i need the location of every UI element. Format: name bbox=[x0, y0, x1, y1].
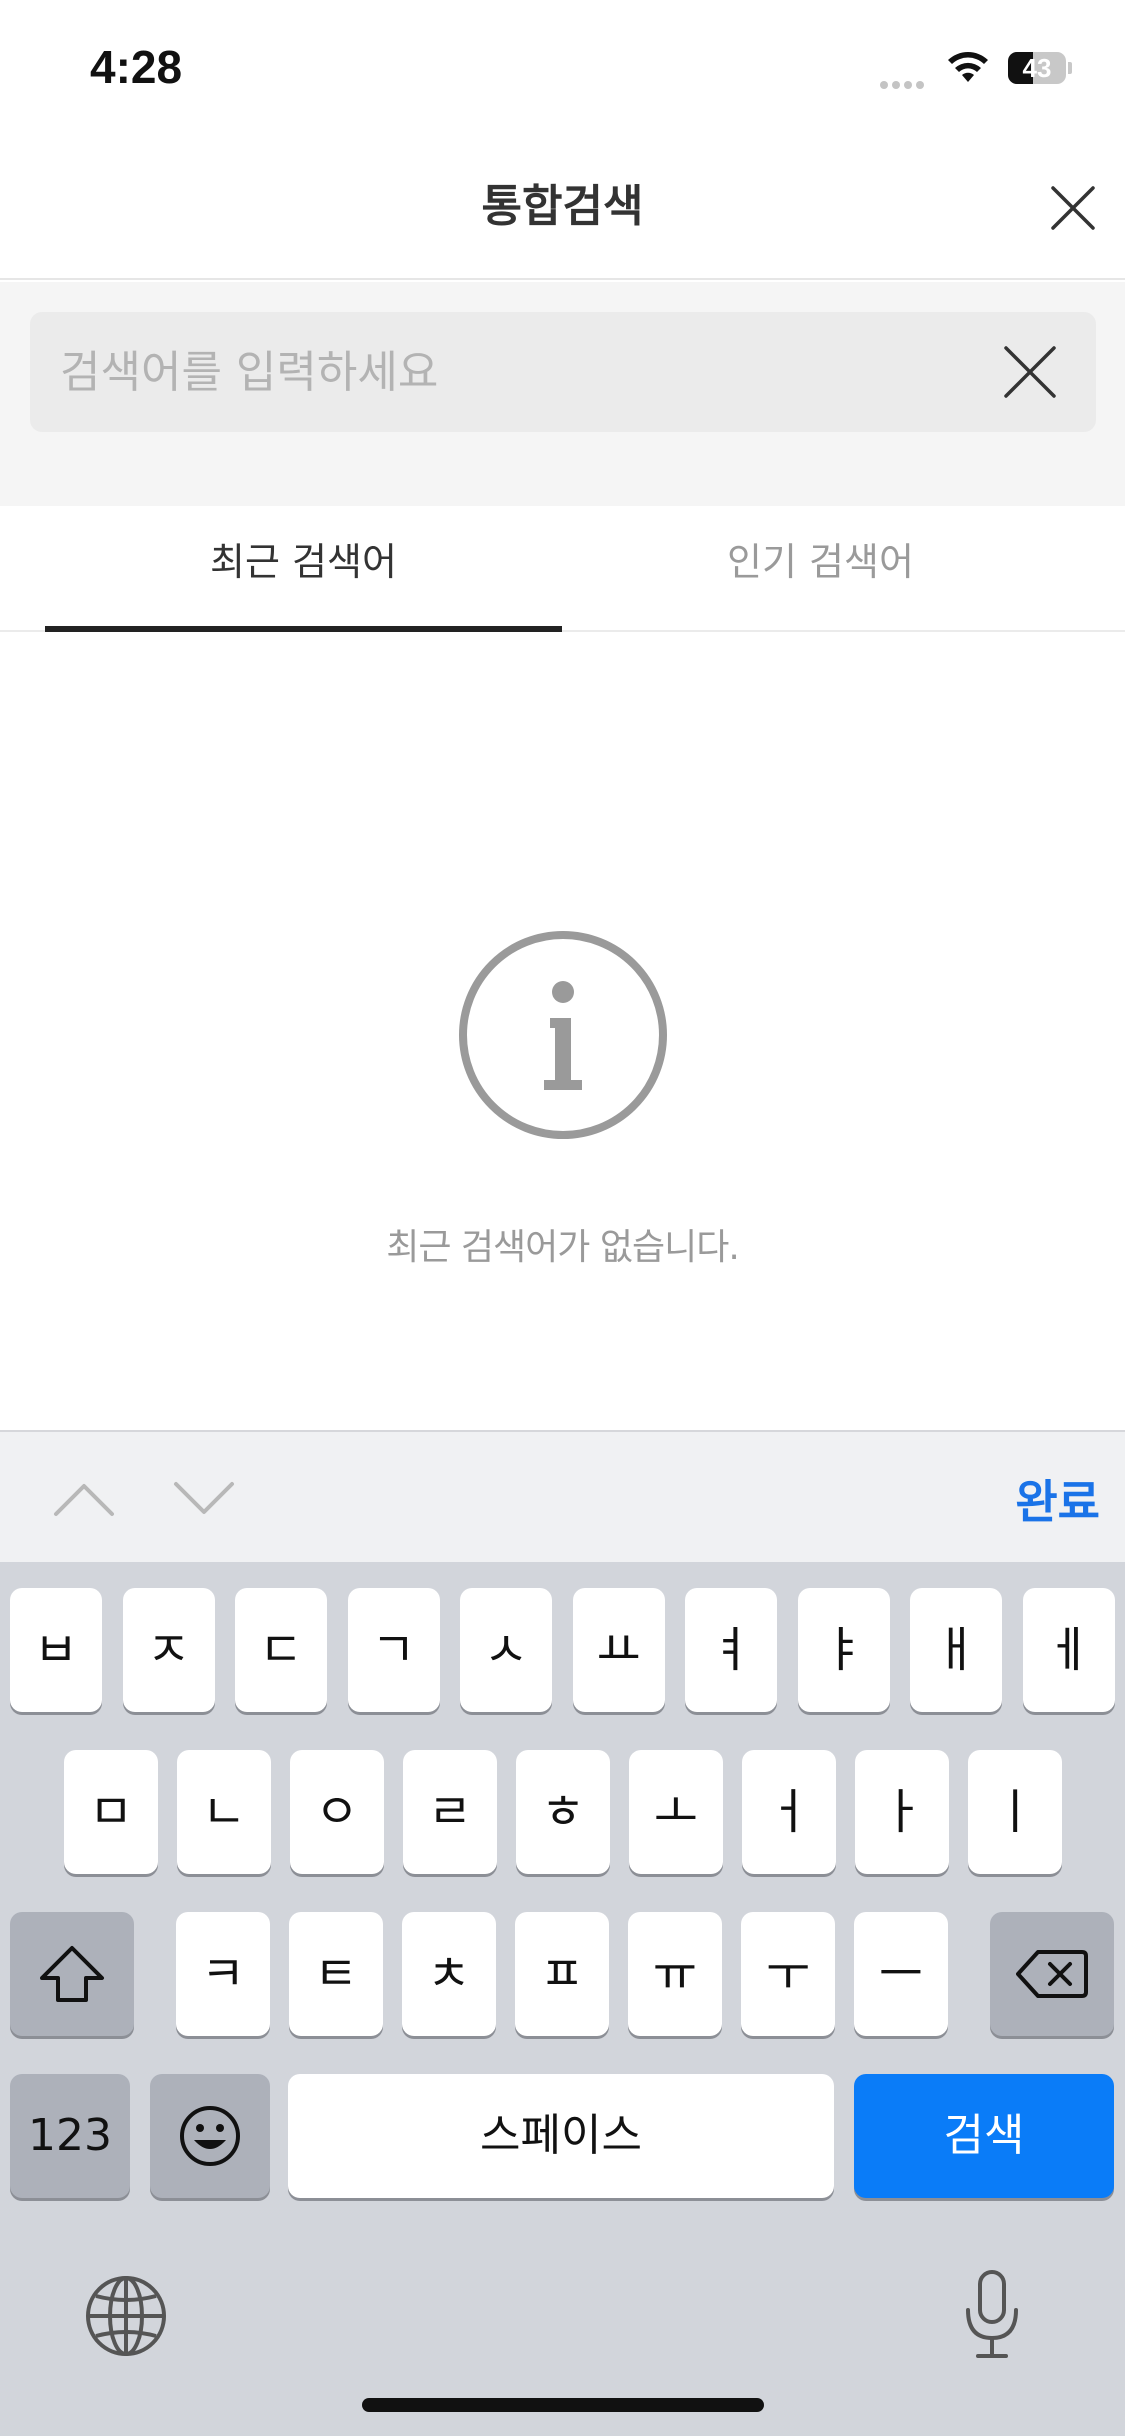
empty-state-message: 최근 검색어가 없습니다. bbox=[386, 1227, 740, 1268]
clear-icon bbox=[1004, 346, 1056, 398]
close-icon bbox=[1051, 186, 1095, 230]
key-row3-3[interactable]: ㅍ bbox=[515, 1912, 609, 2036]
key-row1-1[interactable]: ㅈ bbox=[122, 1588, 215, 1712]
wifi-icon bbox=[948, 52, 988, 82]
emoji-icon bbox=[180, 2106, 240, 2166]
key-row3-5[interactable]: ㅜ bbox=[741, 1912, 835, 2036]
key-row2-0[interactable]: ㅁ bbox=[64, 1750, 158, 1874]
header: 통합검색 bbox=[0, 130, 1125, 280]
key-row2-4[interactable]: ㅎ bbox=[516, 1750, 610, 1874]
status-bar: 4:28 43 bbox=[0, 0, 1125, 130]
tab-recent-searches[interactable]: 최근 검색어 bbox=[45, 506, 562, 632]
keyboard-accessory-bar: 완료 bbox=[0, 1430, 1125, 1562]
battery-icon: 43 bbox=[1008, 52, 1072, 84]
search-input[interactable] bbox=[60, 312, 960, 432]
battery-level: 43 bbox=[1022, 53, 1052, 83]
tab-popular-searches[interactable]: 인기 검색어 bbox=[562, 506, 1079, 632]
key-row3-4[interactable]: ㅠ bbox=[628, 1912, 722, 2036]
emoji-key[interactable] bbox=[150, 2074, 270, 2198]
done-button[interactable]: 완료 bbox=[960, 1466, 1100, 1530]
next-field-button[interactable] bbox=[172, 1476, 236, 1520]
key-row1-8[interactable]: ㅐ bbox=[910, 1588, 1002, 1712]
key-row2-8[interactable]: ㅣ bbox=[968, 1750, 1062, 1874]
tab-active-indicator bbox=[45, 626, 562, 632]
key-row1-6[interactable]: ㅕ bbox=[685, 1588, 777, 1712]
status-time: 4:28 bbox=[90, 41, 183, 93]
space-key[interactable]: 스페이스 bbox=[288, 2074, 834, 2198]
key-row1-4[interactable]: ㅅ bbox=[460, 1588, 552, 1712]
key-row1-5[interactable]: ㅛ bbox=[572, 1588, 665, 1712]
key-row3-6[interactable]: ㅡ bbox=[854, 1912, 948, 2036]
previous-field-button[interactable] bbox=[52, 1476, 116, 1520]
key-row2-7[interactable]: ㅏ bbox=[855, 1750, 949, 1874]
search-area bbox=[0, 282, 1125, 506]
page-title: 통합검색 bbox=[481, 181, 644, 232]
shift-icon bbox=[40, 1946, 104, 2002]
key-row1-3[interactable]: ㄱ bbox=[347, 1588, 440, 1712]
chevron-up-icon bbox=[54, 1484, 114, 1516]
info-icon bbox=[459, 931, 667, 1139]
backspace-icon bbox=[1016, 1950, 1088, 1998]
key-row3-0[interactable]: ㅋ bbox=[176, 1912, 270, 2036]
tab-bar: 최근 검색어 인기 검색어 bbox=[0, 506, 1125, 632]
numbers-key[interactable]: 123 bbox=[10, 2074, 130, 2198]
key-row2-5[interactable]: ㅗ bbox=[629, 1750, 723, 1874]
key-row2-3[interactable]: ㄹ bbox=[403, 1750, 497, 1874]
home-indicator bbox=[362, 2398, 764, 2412]
chevron-down-icon bbox=[174, 1482, 234, 1514]
cellular-signal-icon bbox=[880, 74, 936, 89]
key-row2-2[interactable]: ㅇ bbox=[290, 1750, 384, 1874]
key-row1-9[interactable]: ㅔ bbox=[1022, 1588, 1115, 1712]
search-key[interactable]: 검색 bbox=[854, 2074, 1114, 2198]
key-row1-0[interactable]: ㅂ bbox=[10, 1588, 102, 1712]
search-box bbox=[30, 312, 1096, 432]
microphone-icon[interactable] bbox=[962, 2268, 1022, 2362]
key-row3-1[interactable]: ㅌ bbox=[289, 1912, 383, 2036]
shift-key[interactable] bbox=[10, 1912, 134, 2036]
backspace-key[interactable] bbox=[990, 1912, 1114, 2036]
key-row2-1[interactable]: ㄴ bbox=[177, 1750, 271, 1874]
close-button[interactable] bbox=[1045, 180, 1101, 236]
key-row3-2[interactable]: ㅊ bbox=[402, 1912, 496, 2036]
clear-button[interactable] bbox=[998, 340, 1062, 404]
globe-icon[interactable] bbox=[84, 2274, 168, 2358]
key-row2-6[interactable]: ㅓ bbox=[742, 1750, 836, 1874]
key-row1-7[interactable]: ㅑ bbox=[797, 1588, 890, 1712]
key-row1-2[interactable]: ㄷ bbox=[235, 1588, 327, 1712]
